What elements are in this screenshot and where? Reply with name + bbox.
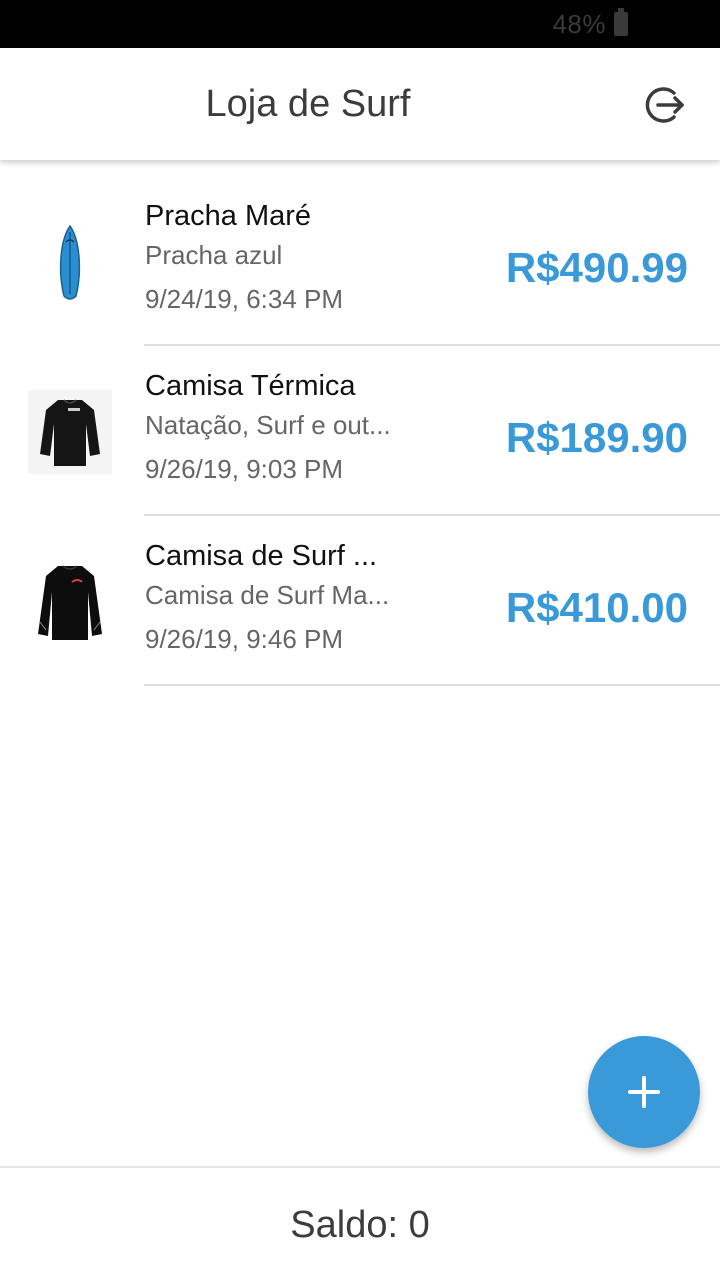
- list-item[interactable]: Camisa de Surf ... Camisa de Surf Ma... …: [0, 516, 720, 686]
- footer: Saldo: 0: [0, 1166, 720, 1280]
- thermal-shirt-image: [28, 390, 112, 474]
- logout-icon: [645, 87, 684, 123]
- product-price: R$490.99: [505, 244, 688, 291]
- surfboard-image: [28, 220, 112, 304]
- product-title: Camisa de Surf ...: [145, 540, 378, 572]
- battery-icon: [614, 8, 628, 36]
- product-date: 9/26/19, 9:46 PM: [145, 624, 344, 654]
- divider: [144, 684, 720, 686]
- status-indicators: 48%: [552, 8, 628, 40]
- product-date: 9/24/19, 6:34 PM: [145, 284, 344, 314]
- product-title: Camisa Térmica: [145, 370, 356, 402]
- product-description: Pracha azul: [145, 240, 283, 270]
- list-item[interactable]: Camisa Térmica Natação, Surf e out... 9/…: [0, 346, 720, 516]
- logout-button[interactable]: [644, 84, 686, 126]
- product-title: Pracha Maré: [145, 200, 312, 232]
- list-item[interactable]: Pracha Maré Pracha azul 9/24/19, 6:34 PM…: [0, 176, 720, 346]
- product-price: R$410.00: [505, 584, 688, 631]
- product-price: R$189.90: [505, 414, 688, 461]
- product-date: 9/26/19, 9:03 PM: [145, 454, 344, 484]
- app-bar: Loja de Surf: [0, 48, 720, 160]
- page-title: Loja de Surf: [205, 83, 411, 125]
- add-product-button[interactable]: [588, 1036, 700, 1148]
- product-description: Camisa de Surf Ma...: [145, 580, 390, 610]
- status-bar: 48%: [0, 0, 720, 48]
- product-list: Pracha Maré Pracha azul 9/24/19, 6:34 PM…: [0, 176, 720, 686]
- battery-percentage: 48%: [552, 8, 606, 39]
- product-description: Natação, Surf e out...: [145, 410, 391, 440]
- balance-text: Saldo: 0: [290, 1204, 430, 1246]
- plus-icon: [628, 1076, 660, 1108]
- surf-shirt-image: [28, 560, 112, 644]
